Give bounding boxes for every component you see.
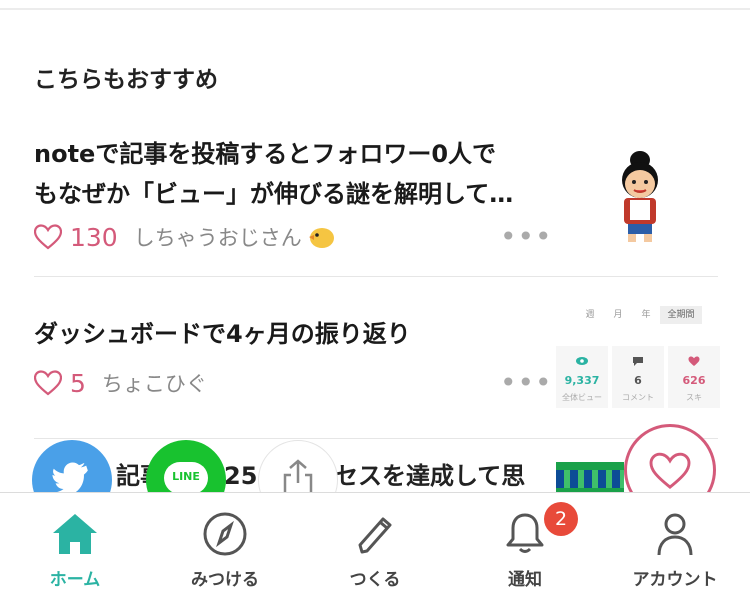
views-value: 9,337	[564, 374, 600, 387]
nav-create[interactable]: つくる	[300, 493, 450, 593]
article-thumbnail-dashboard[interactable]: 週 月 年 全期間 9,337 全体ビュー 6 コメント 626 スキ	[556, 298, 720, 418]
top-divider	[0, 8, 750, 10]
article-thumbnail-character[interactable]	[612, 148, 668, 244]
bottom-navigation: ホーム みつける つくる 通知 アカウント	[0, 492, 750, 592]
more-options-button[interactable]: •••	[500, 366, 553, 399]
nav-account[interactable]: アカウント	[600, 493, 750, 593]
nav-label: 通知	[508, 570, 542, 590]
views-label: 全体ビュー	[562, 393, 602, 402]
nav-label: みつける	[191, 570, 259, 590]
dashboard-card-likes: 626 スキ	[668, 346, 720, 408]
article-title-line-2: もなぜか「ビュー」が伸びる謎を解明して…	[34, 180, 514, 208]
tab-week: 週	[585, 310, 595, 320]
nav-label: アカウント	[632, 570, 718, 590]
article-divider	[34, 438, 718, 439]
article-title-line-1: noteで記事を投稿するとフォロワー0人で	[34, 140, 497, 168]
author-name[interactable]: ちょこひぐ	[102, 368, 207, 398]
thumbnail-pattern	[556, 470, 624, 488]
notification-badge: 2	[544, 502, 578, 536]
heart-icon[interactable]	[34, 370, 62, 396]
nav-label: ホーム	[49, 570, 101, 590]
tab-year: 年	[641, 310, 651, 320]
like-count: 5	[70, 368, 86, 398]
nav-home[interactable]: ホーム	[0, 493, 150, 593]
author-name[interactable]: しちゃうおじさん	[134, 222, 302, 252]
eye-icon	[576, 357, 588, 365]
section-title: こちらもおすすめ	[34, 67, 218, 93]
like-count: 130	[70, 222, 118, 252]
article-thumbnail-3[interactable]	[556, 462, 624, 496]
tab-all-time: 全期間	[660, 306, 702, 324]
nav-notifications[interactable]: 通知	[450, 493, 600, 593]
comments-label: コメント	[622, 393, 654, 402]
nav-label: つくる	[349, 570, 401, 590]
article-title[interactable]: ダッシュボードで4ヶ月の振り返り	[34, 314, 554, 354]
person-icon	[657, 513, 693, 556]
article-meta: 130 しちゃうおじさん	[34, 222, 336, 252]
heart-icon[interactable]	[34, 224, 62, 250]
comment-icon	[633, 357, 643, 366]
dashboard-period-tabs: 週 月 年 全期間	[576, 306, 702, 324]
heart-icon	[688, 356, 700, 366]
line-logo-text: LINE	[172, 470, 200, 483]
comments-value: 6	[634, 374, 642, 387]
likes-label: スキ	[686, 393, 702, 402]
article-title-fragment: 25	[224, 462, 258, 490]
article-meta: 5 ちょこひぐ	[34, 368, 207, 398]
article-title[interactable]: noteで記事を投稿するとフォロワー0人で もなぜか「ビュー」が伸びる謎を解明し…	[34, 134, 554, 214]
nav-discover[interactable]: みつける	[150, 493, 300, 593]
likes-value: 626	[682, 374, 706, 387]
more-options-button[interactable]: •••	[500, 220, 553, 253]
heart-icon	[649, 452, 691, 489]
dashboard-card-views: 9,337 全体ビュー	[556, 346, 608, 408]
tab-month: 月	[613, 310, 623, 320]
line-logo-icon: LINE	[164, 462, 208, 494]
pencil-icon	[358, 517, 392, 554]
compass-icon	[203, 512, 247, 556]
dashboard-card-comments: 6 コメント	[612, 346, 664, 408]
home-icon	[53, 514, 97, 554]
bell-icon	[506, 513, 544, 553]
article-divider	[34, 276, 718, 277]
chick-emoji-icon	[308, 228, 334, 248]
twitter-bird-icon	[52, 462, 88, 496]
article-title-fragment: セスを達成して思	[334, 462, 526, 490]
